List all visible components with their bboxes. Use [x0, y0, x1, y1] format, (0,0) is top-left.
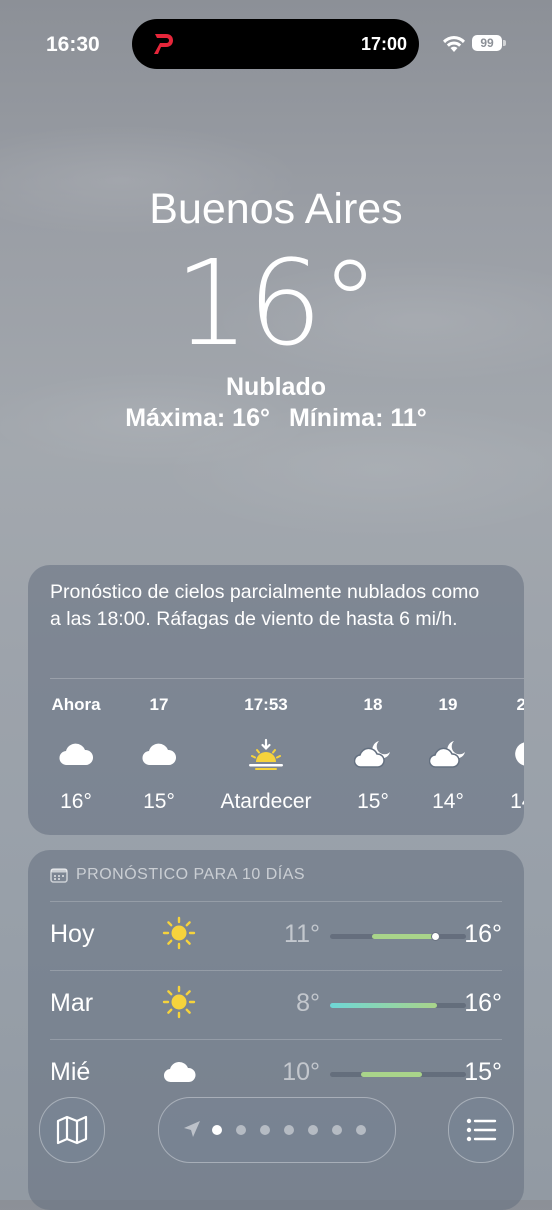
page-dot[interactable]: [260, 1125, 270, 1135]
sunset-icon: [249, 738, 283, 770]
range-fill: [330, 1003, 438, 1008]
wifi-icon: [443, 35, 465, 52]
day-name: Mié: [50, 1058, 91, 1086]
moon-cloud-icon: [429, 741, 465, 768]
current-temperature-marker: [430, 932, 440, 941]
page-dot[interactable]: [284, 1125, 294, 1135]
status-time: 16:30: [46, 33, 100, 56]
hour-item[interactable]: Ahora 16°: [31, 695, 121, 814]
temperature-range-bar: [330, 1003, 466, 1008]
moon-icon: [515, 742, 524, 766]
cloud-icon: [59, 743, 94, 766]
day-low: 11°: [284, 920, 320, 948]
hour-temperature: 15°: [143, 790, 175, 813]
daily-heading: PRONÓSTICO PARA 10 DÍAS: [50, 866, 305, 884]
hour-label: 17: [149, 695, 169, 714]
low-temperature: Mínima: 11°: [288, 404, 427, 432]
day-high: 15°: [464, 1058, 502, 1086]
day-name: Hoy: [50, 920, 95, 948]
cloud-icon: [163, 1061, 196, 1083]
forecast-summary: Pronóstico de cielos parcialmente nublad…: [50, 581, 480, 630]
app-logo-icon: [154, 34, 173, 54]
list-icon: [466, 1118, 497, 1142]
high-low: Máxima: 16° Mínima: 11°: [0, 404, 552, 433]
calendar-icon: [50, 868, 68, 883]
hour-item[interactable]: 17 15°: [114, 695, 204, 814]
dynamic-island[interactable]: 17:00: [132, 19, 419, 69]
day-name: Mar: [50, 989, 94, 1017]
hour-label: 20: [516, 695, 524, 714]
high-temperature: Máxima: 16°: [125, 404, 270, 432]
hour-item[interactable]: 19 14°: [403, 695, 493, 814]
temperature-range-bar: [330, 932, 466, 941]
hour-temperature: Atardecer: [220, 790, 312, 813]
hour-label: Ahora: [51, 695, 101, 714]
page-dot[interactable]: [356, 1125, 366, 1135]
daily-heading-text: PRONÓSTICO PARA 10 DÍAS: [76, 866, 306, 883]
hour-temperature: 14°: [510, 790, 524, 813]
day-low: 8°: [296, 989, 320, 1017]
divider: [50, 678, 524, 679]
map-icon: [56, 1115, 88, 1145]
day-row[interactable]: Mar 8° 16°: [50, 971, 502, 1039]
map-button[interactable]: [39, 1097, 105, 1163]
cloud-icon: [142, 743, 177, 766]
hour-item[interactable]: 20 14°: [481, 695, 524, 814]
hourly-forecast-card[interactable]: Pronóstico de cielos parcialmente nublad…: [28, 565, 524, 835]
moon-cloud-icon: [354, 741, 390, 768]
battery-indicator: 99: [472, 35, 502, 51]
location-arrow-icon: [184, 1121, 200, 1137]
sun-icon: [162, 985, 196, 1019]
range-fill: [372, 934, 438, 939]
day-row[interactable]: Hoy 11° 16°: [50, 902, 502, 970]
page-dot[interactable]: [332, 1125, 342, 1135]
hour-temperature: 14°: [432, 790, 464, 813]
battery-tip: [503, 40, 506, 46]
current-temperature: 16°: [174, 234, 379, 372]
hour-label: 17:53: [244, 695, 288, 714]
city-name: Buenos Aires: [149, 185, 403, 233]
page-dot[interactable]: [308, 1125, 318, 1135]
hour-label: 19: [438, 695, 458, 714]
location-pager[interactable]: [158, 1097, 396, 1163]
page-dot-active[interactable]: [212, 1125, 222, 1135]
temperature-range-bar: [330, 1072, 466, 1077]
hour-temperature: 16°: [60, 790, 92, 813]
locations-list-button[interactable]: [448, 1097, 514, 1163]
live-activity-time: 17:00: [360, 34, 407, 54]
hour-item[interactable]: 17:53 Atardecer: [201, 695, 331, 814]
day-high: 16°: [464, 989, 502, 1017]
range-fill: [361, 1072, 423, 1077]
page-dot[interactable]: [236, 1125, 246, 1135]
day-low: 10°: [282, 1058, 320, 1086]
current-condition: Nublado: [226, 373, 326, 401]
day-high: 16°: [464, 920, 502, 948]
sun-icon: [162, 916, 196, 950]
